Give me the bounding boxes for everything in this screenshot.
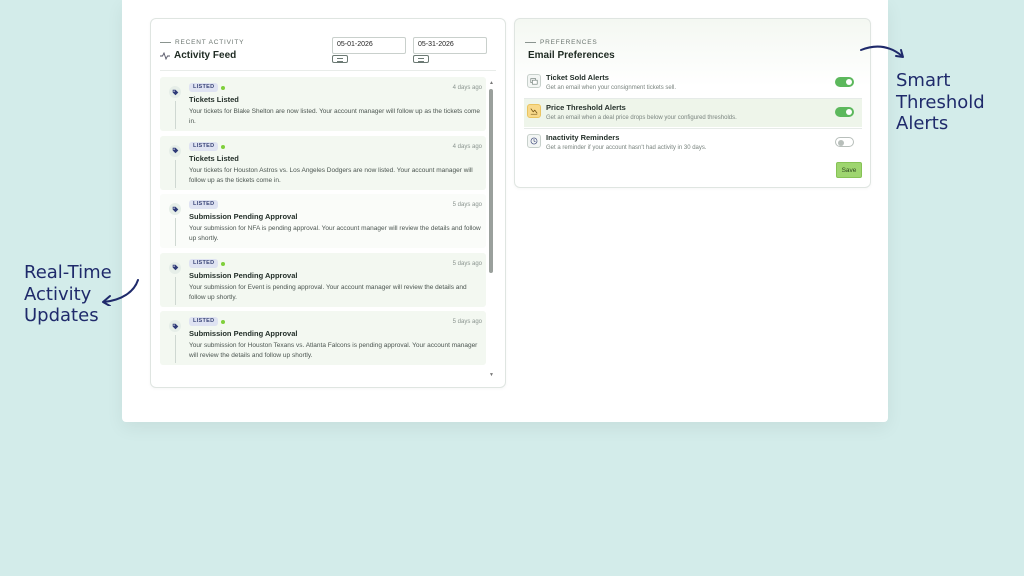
item-title: Submission Pending Approval: [189, 329, 298, 338]
item-title: Submission Pending Approval: [189, 212, 298, 221]
status-dot: [221, 320, 225, 324]
callout-real-time: Real-Time Activity Updates: [24, 262, 124, 327]
clock-icon: [527, 134, 541, 148]
email-preferences-card: PREFERENCES Email Preferences Ticket Sol…: [514, 18, 871, 188]
list-item[interactable]: LISTED 4 days ago Tickets Listed Your ti…: [160, 135, 486, 190]
status-badge: LISTED: [189, 258, 219, 268]
pref-name: Price Threshold Alerts: [546, 103, 626, 112]
pref-desc: Get a reminder if your account hasn't ha…: [546, 145, 707, 151]
save-button[interactable]: Save: [836, 162, 862, 178]
divider: [160, 70, 496, 71]
scroll-down-icon[interactable]: ▼: [489, 373, 494, 378]
preferences-title: Email Preferences: [528, 50, 615, 61]
status-dot: [221, 86, 225, 90]
list-item[interactable]: LISTED 5 days ago Submission Pending App…: [160, 311, 486, 365]
preferences-eyebrow: PREFERENCES: [525, 39, 598, 46]
activity-feed-card: RECENT ACTIVITY Activity Feed 05-01-2026…: [150, 18, 506, 388]
pref-desc: Get an email when your consignment ticke…: [546, 85, 677, 91]
activity-list[interactable]: LISTED 4 days ago Tickets Listed Your ti…: [160, 77, 496, 377]
timeline-line: [175, 101, 176, 129]
activity-eyebrow: RECENT ACTIVITY: [160, 39, 244, 46]
preferences-eyebrow-text: PREFERENCES: [540, 39, 598, 46]
list-item[interactable]: LISTED 5 days ago Submission Pending App…: [160, 252, 486, 307]
callout-smart-threshold: Smart Threshold Alerts: [896, 70, 1006, 135]
item-body: Your submission for Houston Texans vs. A…: [189, 342, 478, 359]
status-dot: [221, 261, 225, 266]
date-from-input[interactable]: 05-01-2026: [332, 37, 406, 54]
price-threshold-toggle[interactable]: [835, 107, 854, 117]
scrollbar[interactable]: ▲ ▼: [489, 81, 494, 378]
callout-line: Alerts: [896, 113, 949, 134]
item-title: Submission Pending Approval: [189, 270, 298, 280]
timeline-line: [175, 335, 176, 363]
timeline-line: [175, 218, 176, 246]
calendar-icon[interactable]: [413, 55, 429, 63]
pref-row-inactivity: Inactivity Reminders Get a reminder if y…: [524, 129, 862, 157]
tag-icon: [169, 203, 181, 215]
pulse-icon: [160, 51, 170, 60]
pref-name: Ticket Sold Alerts: [546, 73, 609, 82]
item-body: Your submission for Event is pending app…: [189, 283, 467, 301]
tag-icon: [169, 86, 181, 98]
callout-line: Threshold: [896, 91, 985, 113]
status-dot: [221, 144, 225, 149]
callout-line: Smart: [896, 70, 951, 91]
status-badge: LISTED: [189, 317, 219, 326]
item-body: Your submission for NFA is pending appro…: [189, 225, 481, 242]
list-item[interactable]: LISTED 5 days ago Submission Pending App…: [160, 194, 486, 248]
timestamp: 5 days ago: [452, 202, 482, 208]
callout-line: Activity: [24, 283, 92, 305]
status-badge: LISTED: [189, 200, 219, 209]
item-body: Your tickets for Blake Shelton are now l…: [189, 108, 480, 125]
ticket-icon: [527, 74, 541, 88]
pref-desc: Get an email when a deal price drops bel…: [546, 115, 737, 121]
activity-title-text: Activity Feed: [174, 50, 237, 61]
date-to-input[interactable]: 05-31-2026: [413, 37, 487, 54]
timeline-line: [175, 276, 176, 305]
item-body: Your tickets for Houston Astros vs. Los …: [189, 166, 473, 184]
pref-name: Inactivity Reminders: [546, 133, 620, 142]
inactivity-toggle[interactable]: [835, 137, 854, 147]
chart-down-icon: [527, 104, 541, 118]
timestamp: 4 days ago: [452, 85, 482, 91]
pref-row-ticket-sold: Ticket Sold Alerts Get an email when you…: [524, 69, 862, 97]
pref-row-price-threshold: Price Threshold Alerts Get an email when…: [524, 99, 862, 127]
arrow-icon: [860, 45, 904, 58]
timestamp: 5 days ago: [452, 260, 482, 267]
activity-title: Activity Feed: [160, 50, 236, 61]
scroll-thumb[interactable]: [489, 89, 493, 273]
tag-icon: [169, 261, 181, 274]
callout-line: Updates: [24, 305, 99, 326]
timeline-line: [175, 159, 176, 188]
status-badge: LISTED: [189, 141, 219, 151]
ticket-sold-toggle[interactable]: [835, 77, 854, 87]
scroll-up-icon[interactable]: ▲: [489, 81, 494, 86]
list-item[interactable]: LISTED 4 days ago Tickets Listed Your ti…: [160, 77, 486, 131]
item-title: Tickets Listed: [189, 153, 239, 163]
activity-eyebrow-text: RECENT ACTIVITY: [175, 39, 245, 46]
item-title: Tickets Listed: [189, 95, 239, 104]
status-badge: LISTED: [189, 83, 219, 92]
tag-icon: [169, 320, 181, 332]
timestamp: 5 days ago: [452, 319, 482, 325]
timestamp: 4 days ago: [452, 143, 482, 150]
callout-line: Real-Time: [24, 262, 112, 283]
calendar-icon[interactable]: [332, 55, 348, 63]
tag-icon: [169, 144, 181, 157]
